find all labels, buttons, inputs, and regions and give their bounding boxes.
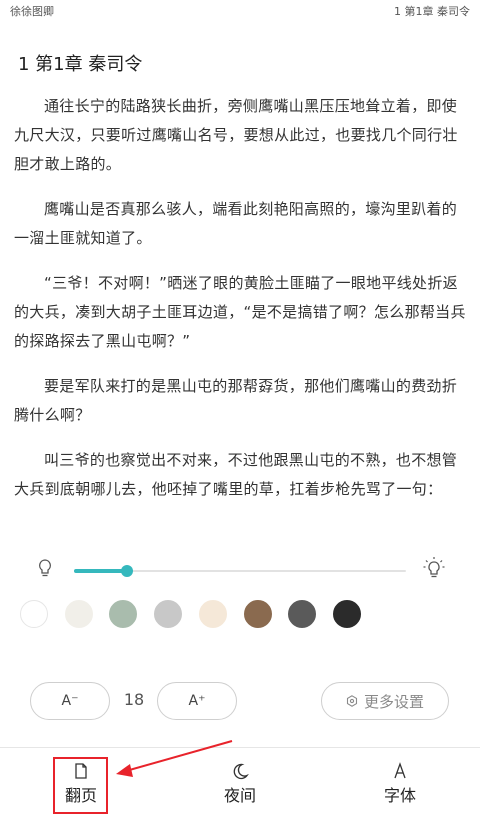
paragraph: 鹰嘴山是否真那么骇人，端看此刻艳阳高照的，壕沟里趴着的一溜土匪就知道了。: [14, 200, 458, 247]
color-swatch[interactable]: [243, 600, 272, 628]
bottom-nav: 翻页 夜间 字体: [0, 748, 480, 833]
paragraph: 要是军队来打的是黑山屯的那帮孬货，那他们鹰嘴山的费劲折腾什么啊？: [14, 377, 458, 424]
color-swatch[interactable]: [332, 600, 361, 628]
status-bar: 徐徐图卿 1 第1章 秦司令: [0, 0, 480, 20]
chapter-indicator: 1 第1章 秦司令: [394, 5, 470, 18]
slider-fill: [74, 569, 128, 573]
nav-page-turn[interactable]: 翻页: [41, 762, 121, 812]
nav-label: 夜间: [223, 786, 256, 805]
decrease-font-button[interactable]: A⁻: [30, 682, 110, 720]
more-settings-label: 更多设置: [363, 692, 424, 711]
color-swatch[interactable]: [154, 600, 183, 628]
brightness-row: [0, 554, 480, 584]
paragraph: 叫三爷的也察觉出不对来，不过他跟黑山屯的不熟，也不想管大兵到底朝哪儿去，他呸掉了…: [14, 451, 458, 498]
moon-icon: [233, 763, 249, 780]
book-name: 徐徐图卿: [10, 5, 54, 18]
hexagon-gear-icon: [346, 695, 358, 707]
bulb-bright-icon: [423, 557, 445, 578]
chapter-title: 1 第1章 秦司令: [18, 54, 143, 75]
color-swatch[interactable]: [198, 600, 227, 628]
background-color-picker: [20, 600, 460, 630]
color-swatch[interactable]: [20, 600, 48, 628]
nav-label: 翻页: [64, 786, 97, 805]
page-turn-icon: [75, 763, 87, 779]
color-swatch[interactable]: [109, 600, 138, 628]
increase-font-button[interactable]: A⁺: [157, 682, 237, 720]
color-swatch[interactable]: [64, 600, 93, 628]
font-a-icon: [394, 762, 406, 779]
more-settings-button[interactable]: 更多设置: [321, 682, 449, 720]
chapter-content[interactable]: 通往长宁的陆路狭长曲折，旁侧鹰嘴山黑压压地耸立着，即使九尺大汉，只要听过鹰嘴山名…: [14, 92, 466, 520]
font-size-row: A⁻ 18 A⁺ 更多设置: [0, 682, 480, 722]
settings-panel: A⁻ 18 A⁺ 更多设置: [0, 548, 480, 748]
nav-night-mode[interactable]: 夜间: [200, 762, 280, 812]
paragraph: 通往长宁的陆路狭长曲折，旁侧鹰嘴山黑压压地耸立着，即使九尺大汉，只要听过鹰嘴山名…: [14, 97, 458, 173]
brightness-slider[interactable]: [74, 565, 406, 577]
font-size-value: 18: [123, 690, 145, 709]
color-swatch[interactable]: [288, 600, 317, 628]
slider-thumb[interactable]: [121, 565, 134, 577]
bulb-dim-icon: [39, 559, 51, 577]
nav-font[interactable]: 字体: [360, 762, 440, 812]
nav-label: 字体: [383, 786, 416, 805]
paragraph: “三爷！不对啊！”晒迷了眼的黄脸土匪瞄了一眼地平线处折返的大兵，凑到大胡子土匪耳…: [14, 274, 466, 350]
